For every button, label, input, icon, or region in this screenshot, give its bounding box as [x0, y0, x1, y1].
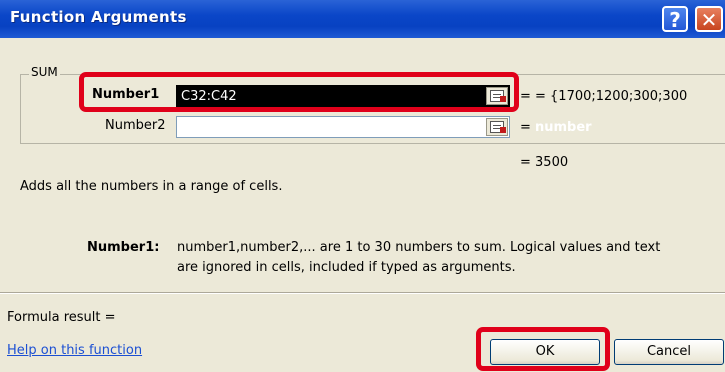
- number1-result: = {1700;1200;300;300: [535, 89, 688, 104]
- help-button[interactable]: ?: [662, 6, 688, 32]
- argument-help-name: Number1:: [87, 240, 160, 255]
- help-on-function-link[interactable]: Help on this function: [7, 343, 142, 358]
- function-description: Adds all the numbers in a range of cells…: [20, 179, 283, 194]
- cancel-button[interactable]: Cancel: [614, 339, 724, 365]
- function-name-label: SUM: [29, 65, 60, 79]
- number1-input[interactable]: [176, 85, 510, 107]
- collapse-dialog-icon[interactable]: [486, 87, 508, 105]
- formula-result-label: Formula result =: [7, 310, 116, 325]
- collapse-dialog-icon[interactable]: [486, 118, 508, 136]
- equals-sign: =: [520, 120, 531, 135]
- ok-button[interactable]: OK: [490, 339, 600, 365]
- close-button[interactable]: ✕: [695, 6, 723, 32]
- equals-sign: =: [520, 89, 531, 104]
- divider: [0, 292, 725, 294]
- number2-input[interactable]: [176, 116, 510, 138]
- number2-label: Number2: [105, 118, 166, 133]
- function-result: = 3500: [520, 155, 569, 170]
- window-title: Function Arguments: [10, 8, 187, 26]
- argument-help-line1: number1,number2,... are 1 to 30 numbers …: [177, 240, 661, 255]
- number2-result: number: [535, 120, 592, 135]
- number1-label: Number1: [92, 87, 160, 102]
- argument-help-line2: are ignored in cells, included if typed …: [177, 260, 516, 275]
- title-bar: Function Arguments ? ✕: [0, 0, 725, 38]
